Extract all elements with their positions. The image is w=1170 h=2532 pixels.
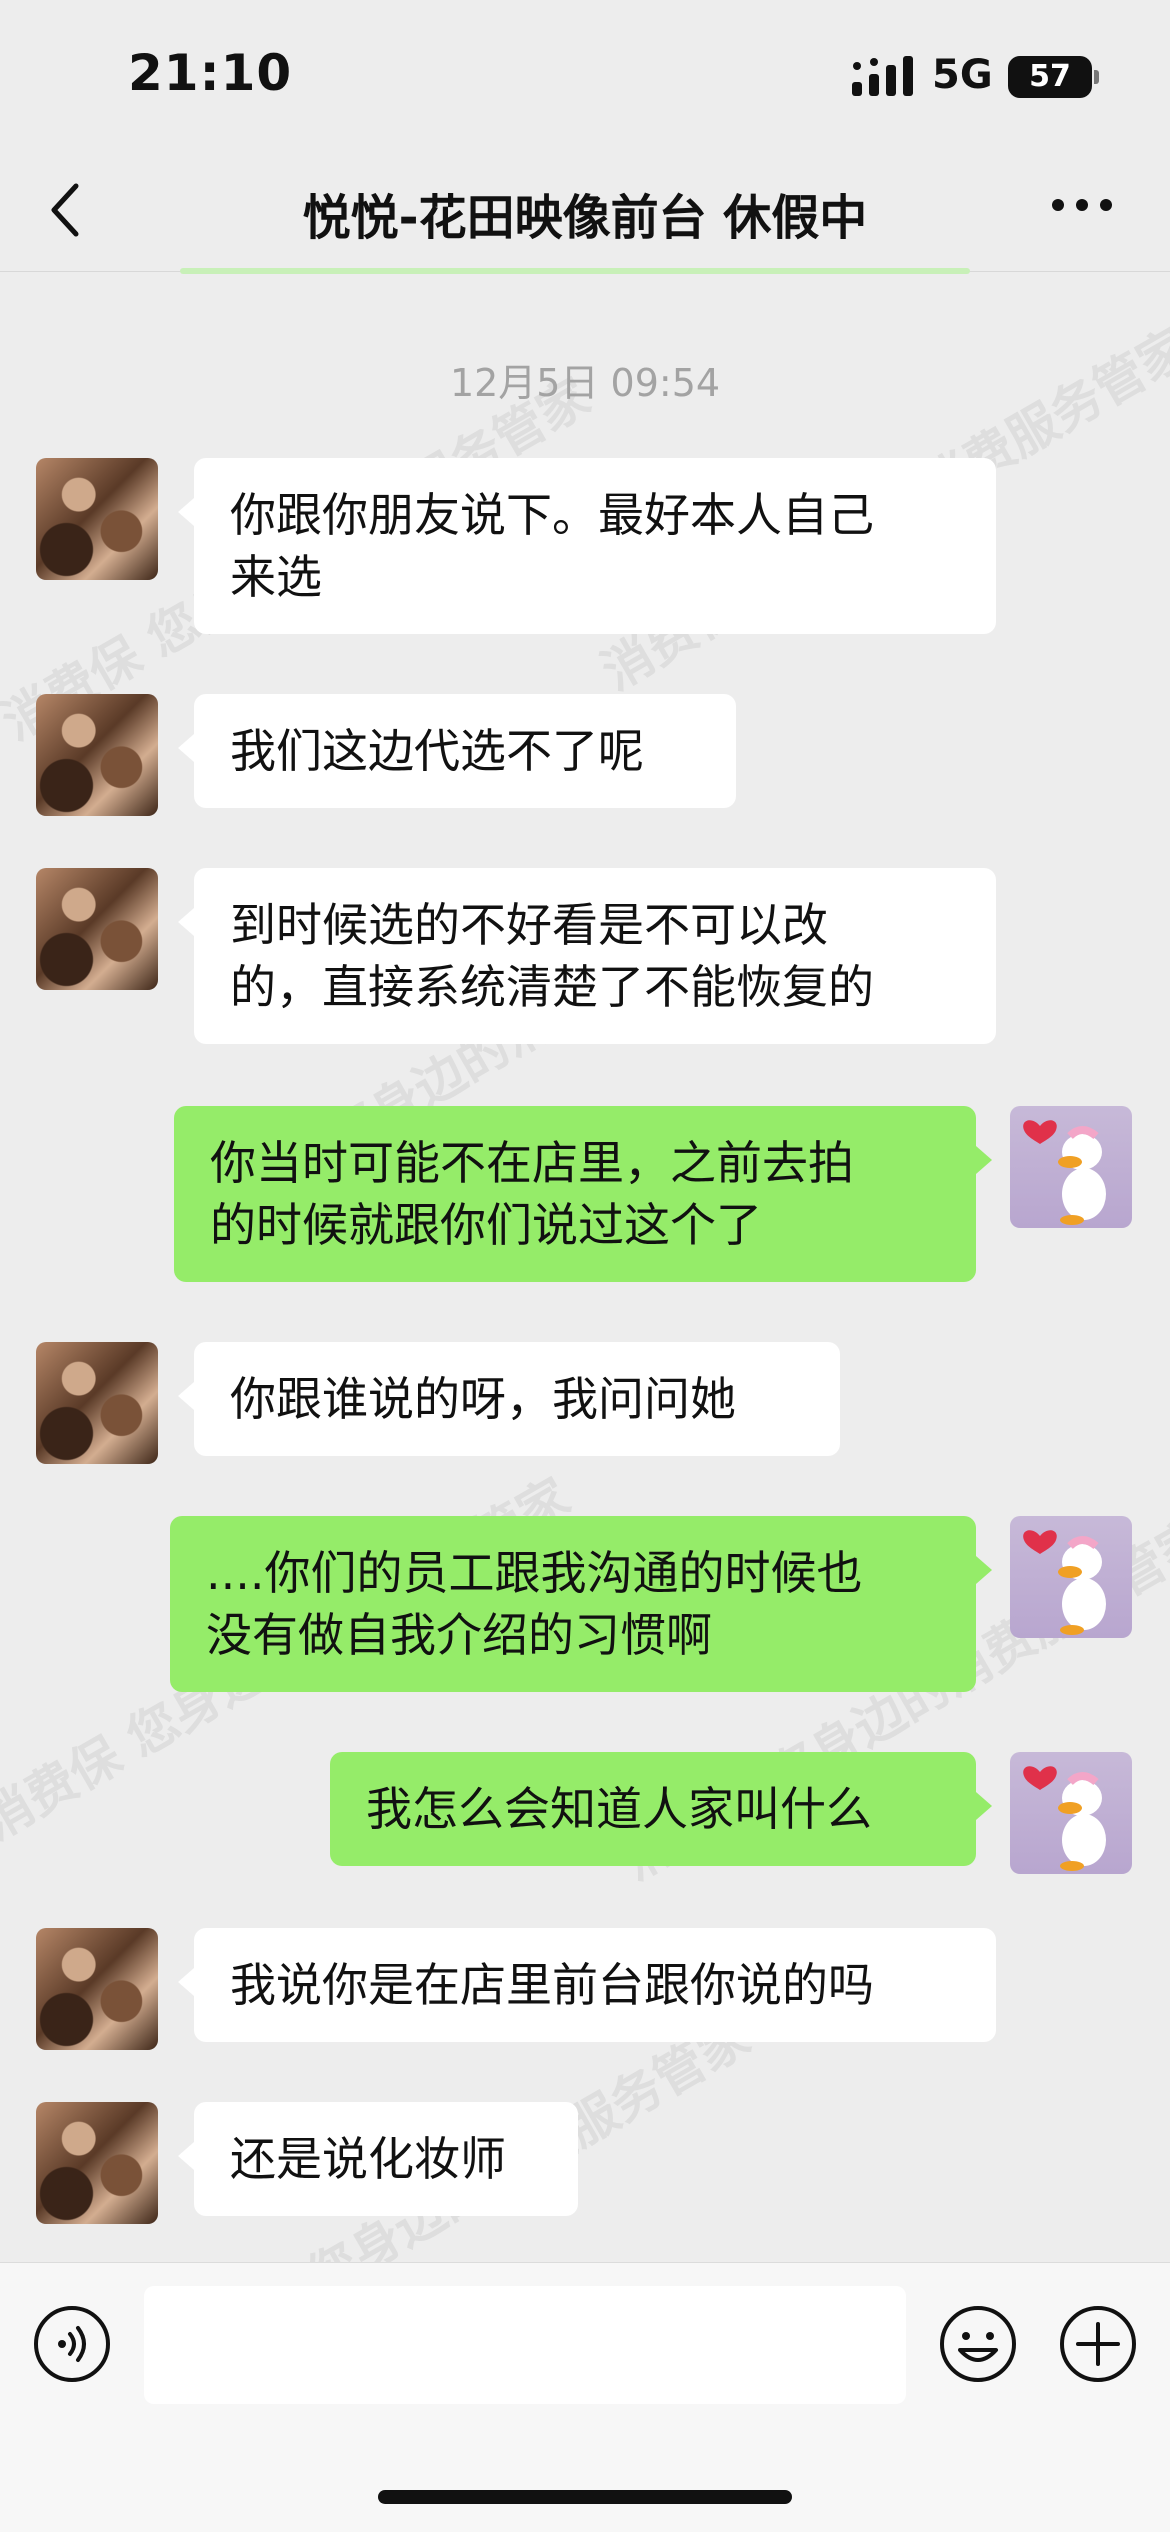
battery-tip [1094,70,1099,84]
contact-avatar[interactable] [36,1342,158,1464]
user-avatar[interactable] [1010,1106,1132,1228]
daisy-duck-icon [1023,1766,1106,1871]
message-bubble[interactable]: 还是说化妆师 [194,2102,578,2216]
bubble-tail [976,1792,992,1820]
back-icon[interactable] [46,180,86,240]
message-bubble[interactable]: 我怎么会知道人家叫什么 [330,1752,976,1866]
contact-avatar[interactable] [36,868,158,990]
bubble-tail [178,1968,194,1996]
signal-icon [852,56,913,96]
message-bubble[interactable]: ....你们的员工跟我沟通的时候也 没有做自我介绍的习惯啊 [170,1516,976,1692]
message-bubble[interactable]: 我说你是在店里前台跟你说的吗 [194,1928,996,2042]
voice-icon[interactable] [32,2304,112,2384]
daisy-duck-icon [1023,1530,1106,1635]
user-avatar[interactable] [1010,1752,1132,1874]
contact-avatar[interactable] [36,458,158,580]
battery-level: 57 [1008,56,1092,98]
message-bubble[interactable]: 你当时可能不在店里，之前去拍 的时候就跟你们说过这个了 [174,1106,976,1282]
plus-icon[interactable] [1058,2304,1138,2384]
contact-avatar[interactable] [36,1928,158,2050]
emoji-icon[interactable] [938,2304,1018,2384]
bubble-tail [976,1146,992,1174]
message-bubble[interactable]: 我们这边代选不了呢 [194,694,736,808]
daisy-duck-icon [1023,1120,1106,1225]
message-timestamp: 12月5日 09:54 [449,361,721,405]
bubble-tail [178,2142,194,2170]
bubble-tail [976,1556,992,1584]
bubble-tail [178,1382,194,1410]
bubble-tail [178,734,194,762]
status-bar: 21:10 5G 57 [0,0,1170,160]
nav-highlight [180,268,970,274]
message-input[interactable] [144,2286,906,2404]
message-bubble[interactable]: 你跟谁说的呀，我问问她 [194,1342,840,1456]
more-icon[interactable] [1050,190,1114,220]
bubble-tail [178,908,194,936]
chat-title: 悦悦-花田映像前台 休假中 [302,190,868,246]
home-indicator[interactable] [378,2490,792,2504]
user-avatar[interactable] [1010,1516,1132,1638]
contact-avatar[interactable] [36,2102,158,2224]
message-bubble[interactable]: 你跟你朋友说下。最好本人自己 来选 [194,458,996,634]
bubble-tail [178,498,194,526]
contact-avatar[interactable] [36,694,158,816]
status-time: 21:10 [128,44,293,102]
network-type: 5G [932,52,993,98]
message-bubble[interactable]: 到时候选的不好看是不可以改 的，直接系统清楚了不能恢复的 [194,868,996,1044]
